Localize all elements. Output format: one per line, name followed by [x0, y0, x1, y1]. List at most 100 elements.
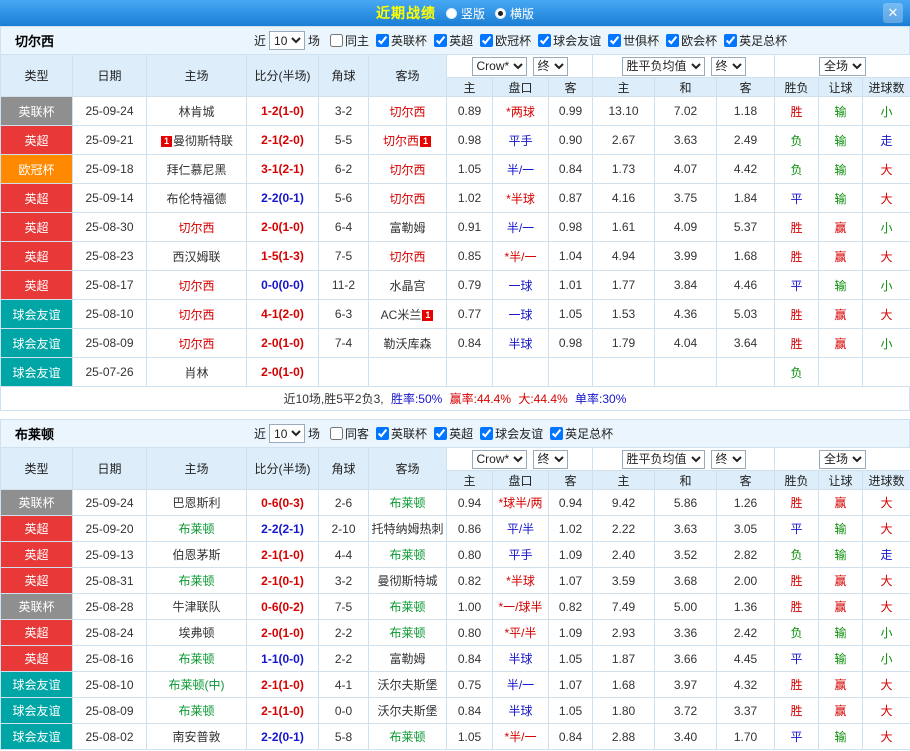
checkbox-input-英超[interactable] [434, 427, 448, 440]
cell-odds-home: 0.80 [446, 619, 493, 646]
match-row: 球会友谊 25-08-10 切尔西 4-1(2-0) 6-3 AC米兰 1 0.77 一球 1.0… [0, 299, 910, 329]
filter-checkbox-世俱杯[interactable]: 世俱杯 [608, 32, 659, 49]
cell-away-team: 切尔西 [368, 96, 447, 126]
away-team-name: 沃尔夫斯堡 [377, 678, 438, 692]
home-team-name: 林肯城 [178, 104, 215, 119]
cell-away-team: 布莱顿 [368, 619, 447, 646]
filter-checkbox-欧会杯[interactable]: 欧会杯 [666, 32, 717, 49]
filter-checkbox-英联杯[interactable]: 英联杯 [376, 425, 427, 442]
filter-checkbox-英超[interactable]: 英超 [434, 425, 473, 442]
cell-handicap-result: 赢 [818, 328, 864, 358]
checkbox-input-英足总杯[interactable] [550, 427, 564, 440]
checkbox-input-英联杯[interactable] [376, 34, 390, 47]
cell-corners: 3-2 [318, 96, 369, 126]
home-team-name: 布莱顿 [178, 522, 215, 536]
cell-handicap-result: 输 [818, 270, 864, 300]
odds-source-select[interactable]: Crow* [471, 449, 527, 469]
cell-goals-result: 走 [862, 125, 910, 155]
checkbox-input-英足总杯[interactable] [724, 34, 738, 47]
cell-competition-type: 球会友谊 [0, 671, 73, 698]
layout-vertical-radio[interactable] [445, 7, 457, 19]
checkbox-input-球会友谊[interactable] [480, 427, 494, 440]
cell-date: 25-08-16 [72, 645, 147, 672]
avg-time-select[interactable]: 终 [710, 449, 746, 469]
away-team-name: 切尔西 [389, 249, 426, 264]
cell-home-team: 拜仁慕尼黑 [146, 154, 247, 184]
layout-horizontal-radio[interactable] [495, 7, 506, 19]
home-team-name: 布莱顿 [178, 704, 215, 718]
cell-competition-type: 球会友谊 [0, 723, 73, 750]
filter-checkbox-英足总杯[interactable]: 英足总杯 [550, 425, 613, 442]
cell-corners: 5-6 [318, 183, 369, 213]
filter-checkbox-英超[interactable]: 英超 [434, 32, 473, 49]
cell-score: 0-6(0-2) [246, 593, 319, 620]
scope-select[interactable]: 全场 [819, 449, 867, 469]
filter-checkbox-同客[interactable]: 同客 [330, 425, 369, 442]
match-count-select[interactable]: 10 [269, 31, 306, 50]
odds-source-select[interactable]: Crow* [471, 56, 527, 76]
cell-avg-away: 1.18 [716, 96, 776, 126]
away-team-name: 布莱顿 [389, 730, 426, 744]
cell-score: 2-1(1-0) [246, 671, 319, 698]
layout-vertical-label[interactable]: 竖版 [461, 5, 485, 22]
cell-score: 2-1(1-0) [246, 697, 319, 724]
avg-source-select[interactable]: 胜平负均值 [621, 449, 705, 469]
cell-handicap-result: 赢 [818, 671, 864, 698]
filter-checkbox-欧冠杯[interactable]: 欧冠杯 [480, 32, 531, 49]
cell-handicap: *平/半 [492, 619, 549, 646]
match-row: 英联杯 25-09-24 林肯城 1-2(1-0) 3-2 切尔西 0.89 *两球 0.99 1… [0, 96, 910, 126]
cell-away-team: 布莱顿 [368, 723, 447, 750]
cell-away-team: 勒沃库森 [368, 328, 447, 358]
cell-avg-home: 3.59 [592, 567, 656, 594]
col-header-date: 日期 [72, 54, 147, 97]
cell-avg-draw: 4.07 [654, 154, 718, 184]
checkbox-input-欧冠杯[interactable] [480, 34, 494, 47]
checkbox-input-欧会杯[interactable] [666, 34, 680, 47]
avg-source-select[interactable]: 胜平负均值 [621, 56, 705, 76]
cell-avg-away: 5.03 [716, 299, 776, 329]
match-row: 英超 25-08-16 布莱顿 1-1(0-0) 2-2 富勒姆 0.84 半球 1.05 1.8… [0, 645, 910, 672]
cell-score: 1-1(0-0) [246, 645, 319, 672]
cell-handicap: 半/一 [492, 671, 549, 698]
checkbox-input-球会友谊[interactable] [538, 34, 552, 47]
checkbox-input-英联杯[interactable] [376, 427, 390, 440]
cell-odds-away: 0.84 [547, 723, 594, 750]
col-header-handicap_result: 让球 [818, 470, 864, 490]
near-label: 近 [254, 427, 267, 441]
cell-away-team: 曼彻斯特城 [368, 567, 447, 594]
cell-avg-home: 1.53 [592, 299, 656, 329]
checkbox-input-英超[interactable] [434, 34, 448, 47]
avg-time-select[interactable]: 终 [710, 56, 746, 76]
cell-goals-result: 大 [862, 697, 910, 724]
cell-goals-result: 大 [862, 723, 910, 750]
cell-avg-away: 3.37 [716, 697, 776, 724]
home-team-name: 拜仁慕尼黑 [166, 162, 227, 177]
filter-checkbox-同主[interactable]: 同主 [330, 32, 369, 49]
close-icon[interactable]: ✕ [883, 3, 903, 23]
cell-away-team: 水晶宫 [368, 270, 447, 300]
cell-avg-home: 4.94 [592, 241, 656, 271]
home-team-name: 巴恩斯利 [172, 496, 221, 510]
layout-horizontal-label[interactable]: 横版 [510, 5, 534, 22]
matches-label: 场 [308, 34, 321, 48]
cell-result: 平 [774, 270, 820, 300]
cell-goals-result: 大 [862, 154, 910, 184]
away-team-name: 切尔西 [389, 162, 426, 177]
filter-checkbox-英联杯[interactable]: 英联杯 [376, 32, 427, 49]
filter-checkbox-球会友谊[interactable]: 球会友谊 [538, 32, 601, 49]
cell-corners: 7-5 [318, 241, 369, 271]
checkbox-input-同主[interactable] [330, 34, 344, 47]
scope-select[interactable]: 全场 [819, 56, 867, 76]
checkbox-input-同客[interactable] [330, 427, 344, 440]
col-header-odds_away: 客 [547, 77, 594, 97]
odds-time-select[interactable]: 终 [532, 449, 568, 469]
odds-time-select[interactable]: 终 [532, 56, 568, 76]
cell-away-team [368, 357, 447, 387]
filter-checkbox-英足总杯[interactable]: 英足总杯 [724, 32, 787, 49]
match-count-select[interactable]: 10 [269, 424, 306, 443]
col-header-goals: 进球数 [862, 77, 910, 97]
checkbox-input-世俱杯[interactable] [608, 34, 622, 47]
cell-handicap [492, 357, 549, 387]
match-row: 球会友谊 25-08-09 布莱顿 2-1(1-0) 0-0 沃尔夫斯堡 0.84 半球 1.0… [0, 697, 910, 724]
filter-checkbox-球会友谊[interactable]: 球会友谊 [480, 425, 543, 442]
